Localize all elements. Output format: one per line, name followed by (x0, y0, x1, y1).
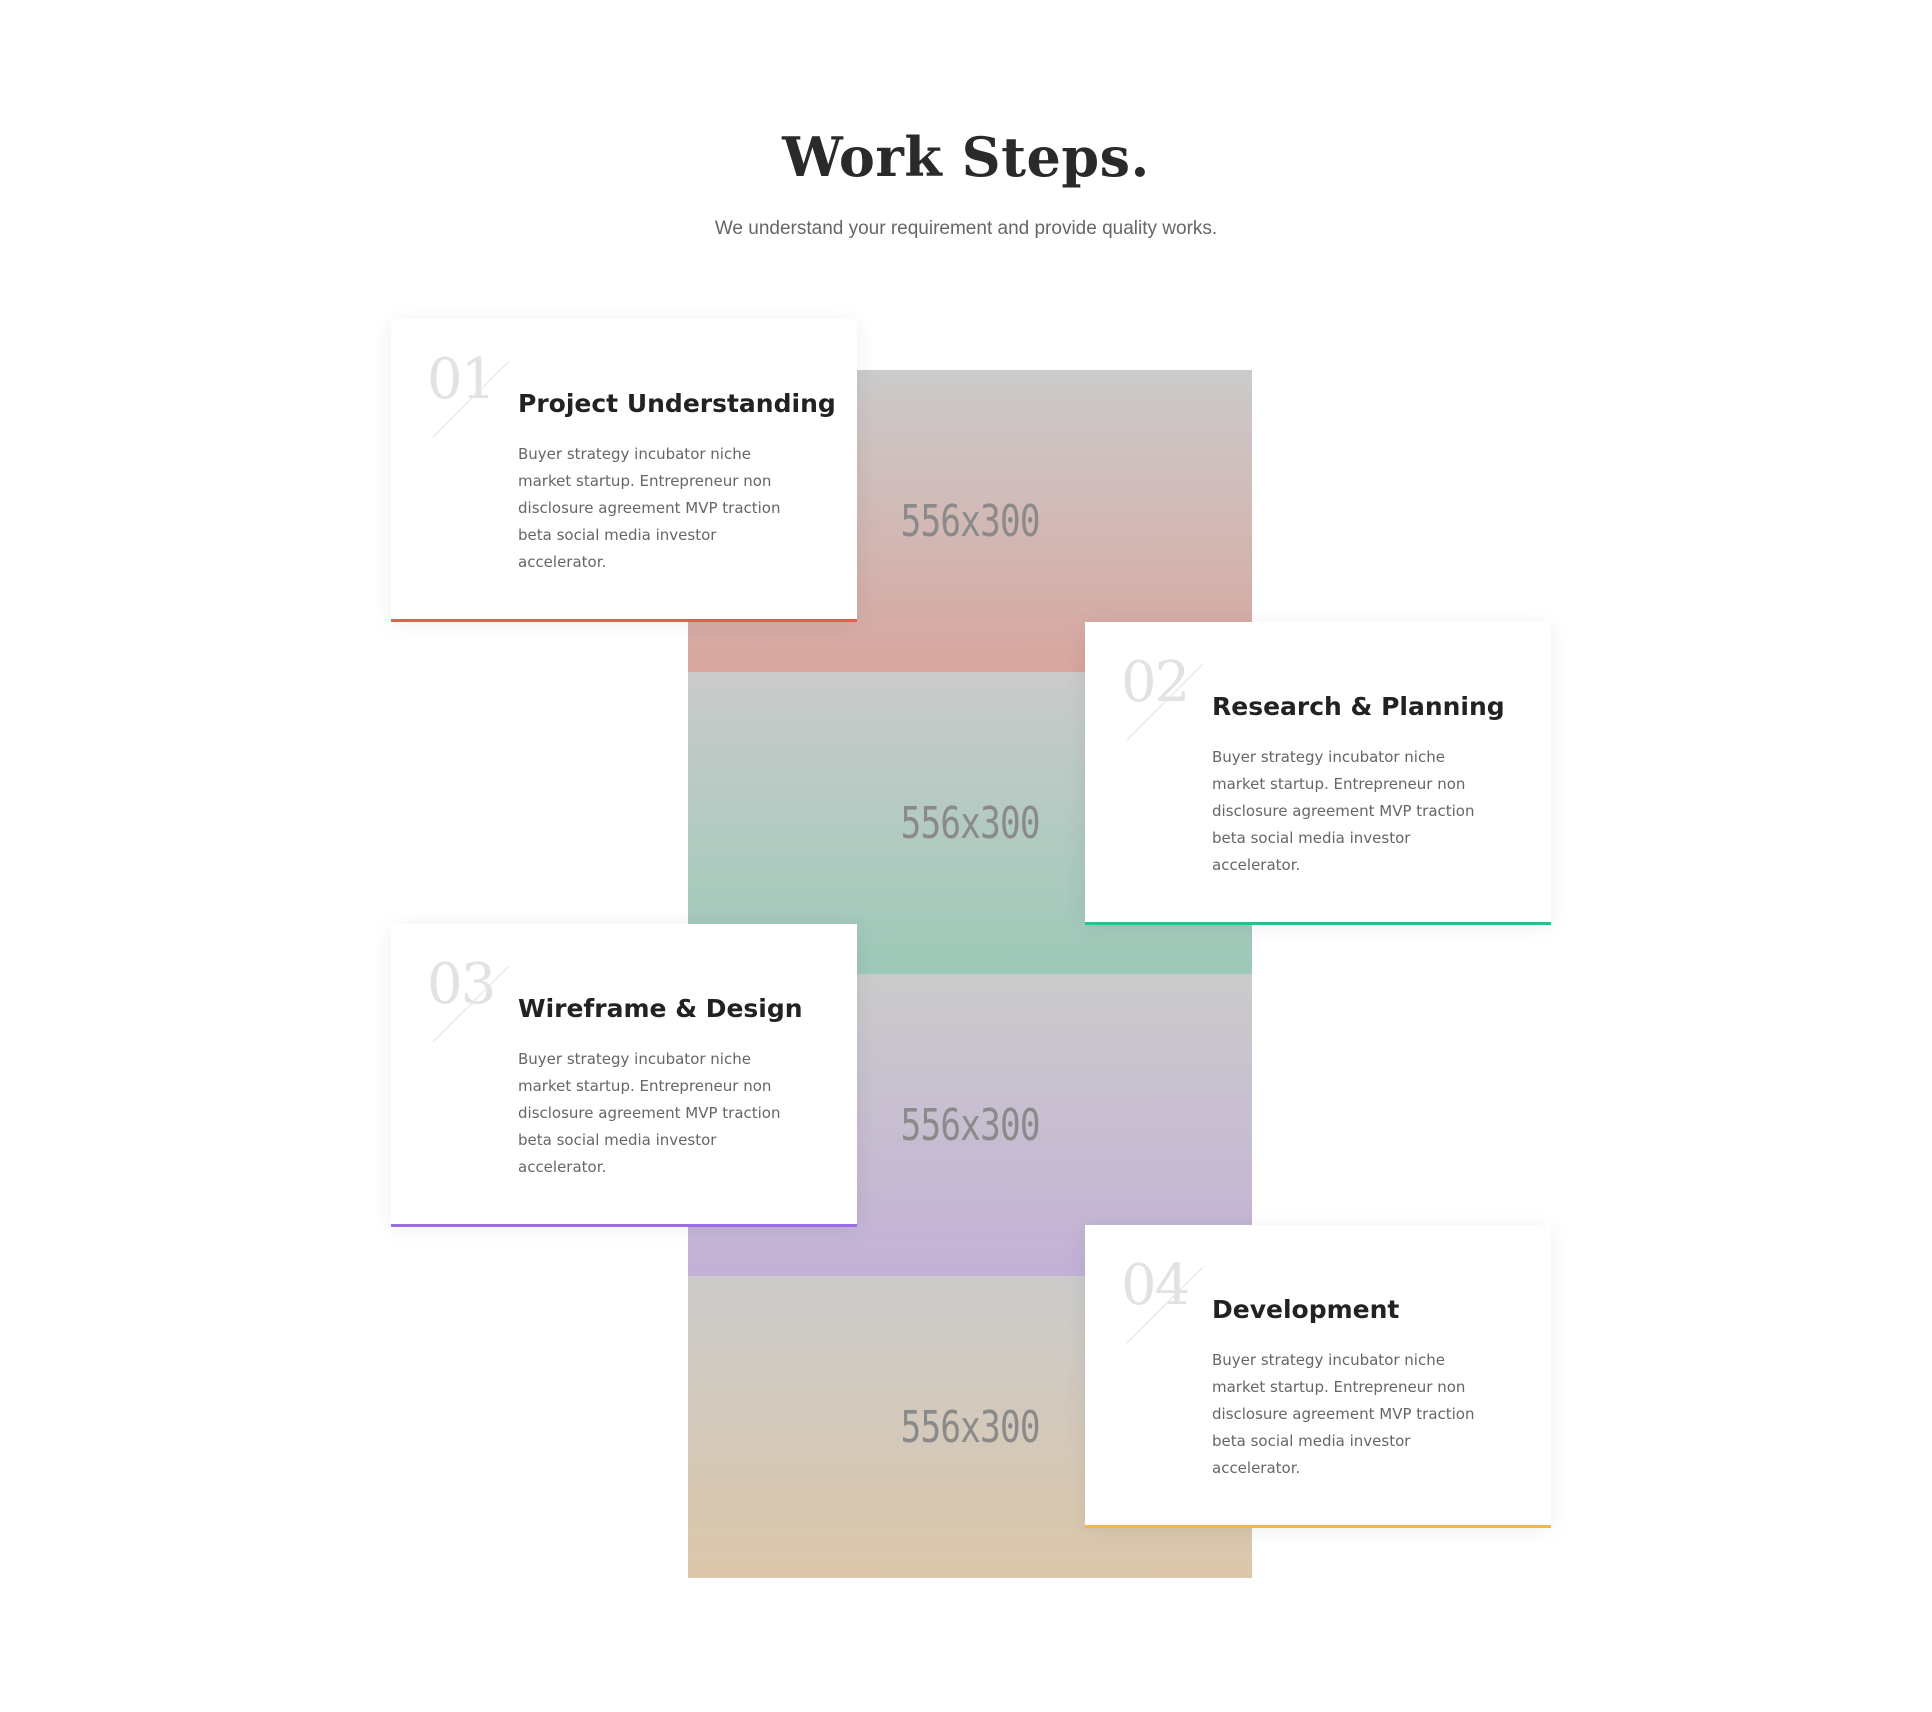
step-accent-bar (1085, 1525, 1551, 1528)
divider-slash-icon (1126, 663, 1204, 741)
step-description: Buyer strategy incubator niche market st… (518, 1050, 781, 1176)
section-title: Work Steps. (782, 125, 1150, 189)
step-card: 04 Development Buyer strategy incubator … (1085, 1225, 1551, 1528)
image-size-label: 556x300 (900, 495, 1040, 547)
divider-slash-icon (432, 965, 510, 1043)
image-size-label: 556x300 (900, 1099, 1040, 1151)
image-size-label: 556x300 (900, 797, 1040, 849)
step-accent-bar (1085, 922, 1551, 925)
step-description: Buyer strategy incubator niche market st… (1212, 748, 1475, 874)
step-accent-bar (391, 1224, 857, 1227)
step-description: Buyer strategy incubator niche market st… (518, 445, 781, 571)
step-accent-bar (391, 619, 857, 622)
step-title: Wireframe & Design (518, 994, 803, 1023)
image-size-label: 556x300 (900, 1401, 1040, 1453)
section-subtitle: We understand your requirement and provi… (714, 218, 1218, 239)
step-card: 02 Research & Planning Buyer strategy in… (1085, 622, 1551, 925)
step-description: Buyer strategy incubator niche market st… (1212, 1351, 1475, 1477)
divider-slash-icon (432, 360, 510, 438)
step-card: 03 Wireframe & Design Buyer strategy inc… (391, 924, 857, 1227)
work-steps-section: Work Steps. We understand your requireme… (0, 0, 1932, 1712)
step-title: Development (1212, 1295, 1400, 1324)
step-title: Project Understanding (518, 389, 836, 418)
step-title: Research & Planning (1212, 692, 1505, 721)
step-card: 01 Project Understanding Buyer strategy … (391, 319, 857, 622)
divider-slash-icon (1126, 1266, 1204, 1344)
